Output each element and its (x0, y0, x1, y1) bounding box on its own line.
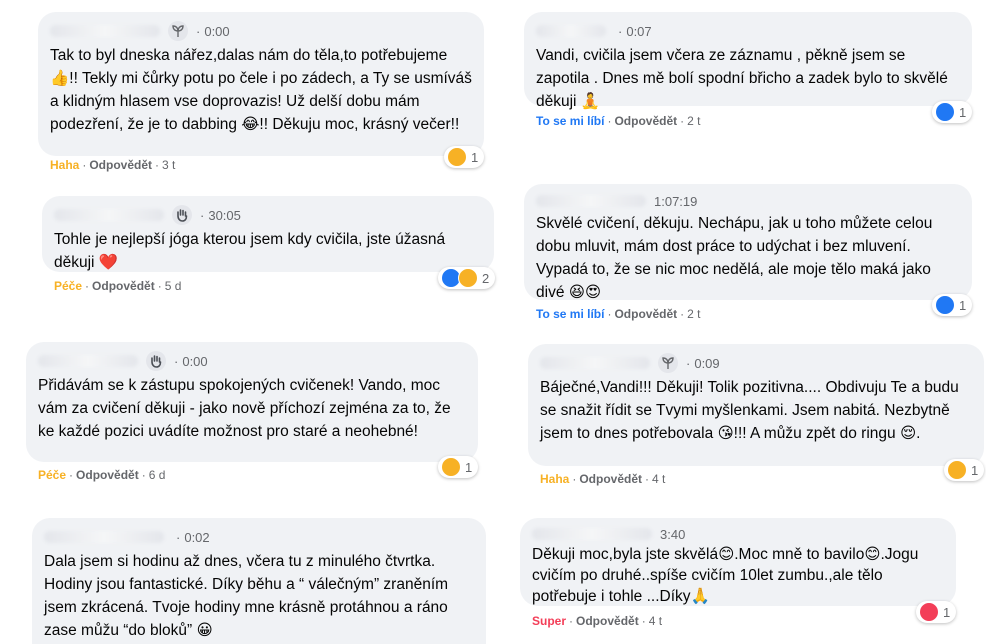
comment-meta: · 0:00 (50, 20, 472, 42)
comment-age[interactable]: 2 t (687, 307, 700, 321)
video-timestamp[interactable]: 0:02 (184, 530, 209, 545)
like-reaction-icon (935, 102, 955, 122)
author-name[interactable] (536, 25, 606, 37)
reaction-label[interactable]: Péče (54, 279, 82, 293)
comment-text: Tohle je nejlepší jóga kterou jsem kdy c… (54, 231, 446, 271)
comment-actions: Super · Odpovědět · 4 t (532, 614, 663, 628)
video-timestamp[interactable]: 30:05 (208, 208, 241, 223)
comment-bubble: · 30:05 Tohle je nejlepší jóga kterou js… (42, 196, 494, 272)
reaction-count[interactable]: 1 (932, 294, 973, 316)
comment-actions: Haha · Odpovědět · 4 t (540, 472, 666, 486)
reaction-label[interactable]: To se mi líbí (536, 114, 604, 128)
reaction-count[interactable]: 1 (438, 456, 479, 478)
reply-link[interactable]: Odpovědět (89, 158, 152, 172)
reaction-label[interactable]: Haha (50, 158, 79, 172)
reaction-label[interactable]: To se mi líbí (536, 307, 604, 321)
comment-bubble: · 0:07 Vandi, cvičila jsem včera ze zázn… (524, 12, 972, 110)
comment-meta: · 0:00 (38, 350, 466, 372)
comment-text: Skvělé cvičení, děkuju. Nechápu, jak u t… (536, 215, 933, 301)
author-name[interactable] (38, 355, 138, 367)
comment-meta: · 0:02 (44, 526, 474, 548)
author-name[interactable] (54, 209, 164, 221)
comment-meta: 3:40 (532, 526, 944, 542)
comment-actions: To se mi líbí · Odpovědět · 2 t (536, 114, 701, 128)
comment-bubble: · 0:02 Dala jsem si hodinu až dnes, včer… (32, 518, 486, 644)
video-timestamp[interactable]: 0:09 (694, 356, 719, 371)
comment-text: Tak to byl dneska nářez,dalas nám do těl… (50, 47, 472, 133)
comment-meta: · 30:05 (54, 204, 482, 226)
reaction-count[interactable]: 1 (932, 101, 973, 123)
love-reaction-icon (919, 602, 939, 622)
reply-link[interactable]: Odpovědět (614, 114, 677, 128)
care-reaction-icon (458, 268, 478, 288)
video-timestamp[interactable]: 0:00 (204, 24, 229, 39)
comment-meta: · 0:09 (540, 352, 972, 374)
comment-age[interactable]: 4 t (649, 614, 662, 628)
reaction-count[interactable]: 2 (438, 267, 496, 289)
comment-text: Přidávám se k zástupu spokojených cvičen… (38, 377, 451, 440)
author-name[interactable] (44, 531, 164, 543)
reaction-label[interactable]: Haha (540, 472, 569, 486)
comment-text: Vandi, cvičila jsem včera ze záznamu , p… (536, 47, 948, 110)
video-timestamp[interactable]: 3:40 (660, 527, 685, 542)
reaction-count[interactable]: 1 (444, 146, 485, 168)
reply-link[interactable]: Odpovědět (76, 468, 139, 482)
comment-age[interactable]: 3 t (162, 158, 175, 172)
reply-link[interactable]: Odpovědět (92, 279, 155, 293)
comment-bubble: 1:07:19 Skvělé cvičení, děkuju. Nechápu,… (524, 184, 972, 301)
comment-bubble: · 0:00 Přidávám se k zástupu spokojených… (26, 342, 478, 462)
comment-text: Děkuji moc,byla jste skvělá😊.Moc mně to … (532, 546, 919, 605)
comment-bubble: · 0:09 Báječné,Vandi!!! Děkuji! Tolik po… (528, 344, 984, 466)
comment-meta: · 0:07 (536, 20, 960, 42)
reply-link[interactable]: Odpovědět (576, 614, 639, 628)
comment-actions: Péče · Odpovědět · 5 d (54, 279, 182, 293)
sprout-icon (658, 353, 678, 373)
comment-meta: 1:07:19 (536, 192, 960, 210)
video-timestamp[interactable]: 0:00 (182, 354, 207, 369)
video-timestamp[interactable]: 1:07:19 (654, 194, 697, 209)
author-name[interactable] (50, 25, 160, 37)
comment-actions: Péče · Odpovědět · 6 d (38, 468, 166, 482)
wave-hand-icon (146, 351, 166, 371)
haha-reaction-icon (447, 147, 467, 167)
reaction-label[interactable]: Super (532, 614, 566, 628)
video-timestamp[interactable]: 0:07 (626, 24, 651, 39)
comment-actions: To se mi líbí · Odpovědět · 2 t (536, 307, 701, 321)
comment-bubble: 3:40 Děkuji moc,byla jste skvělá😊.Moc mn… (520, 518, 956, 606)
comment-text: Dala jsem si hodinu až dnes, včera tu z … (44, 553, 449, 639)
comment-bubble: · 0:00 Tak to byl dneska nářez,dalas nám… (38, 12, 484, 156)
author-name[interactable] (532, 528, 652, 540)
reaction-label[interactable]: Péče (38, 468, 66, 482)
comment-age[interactable]: 2 t (687, 114, 700, 128)
author-name[interactable] (536, 195, 646, 207)
haha-reaction-icon (947, 460, 967, 480)
author-name[interactable] (540, 357, 650, 369)
sprout-icon (168, 21, 188, 41)
care-reaction-icon (441, 457, 461, 477)
reply-link[interactable]: Odpovědět (614, 307, 677, 321)
like-reaction-icon (935, 295, 955, 315)
comment-age[interactable]: 5 d (165, 279, 182, 293)
comment-age[interactable]: 4 t (652, 472, 665, 486)
reply-link[interactable]: Odpovědět (579, 472, 642, 486)
comment-text: Báječné,Vandi!!! Děkuji! Tolik pozitivna… (540, 379, 959, 442)
wave-hand-icon (172, 205, 192, 225)
reaction-count[interactable]: 1 (916, 601, 957, 623)
comment-age[interactable]: 6 d (149, 468, 166, 482)
comment-actions: Haha · Odpovědět · 3 t (50, 158, 176, 172)
reaction-count[interactable]: 1 (944, 459, 985, 481)
